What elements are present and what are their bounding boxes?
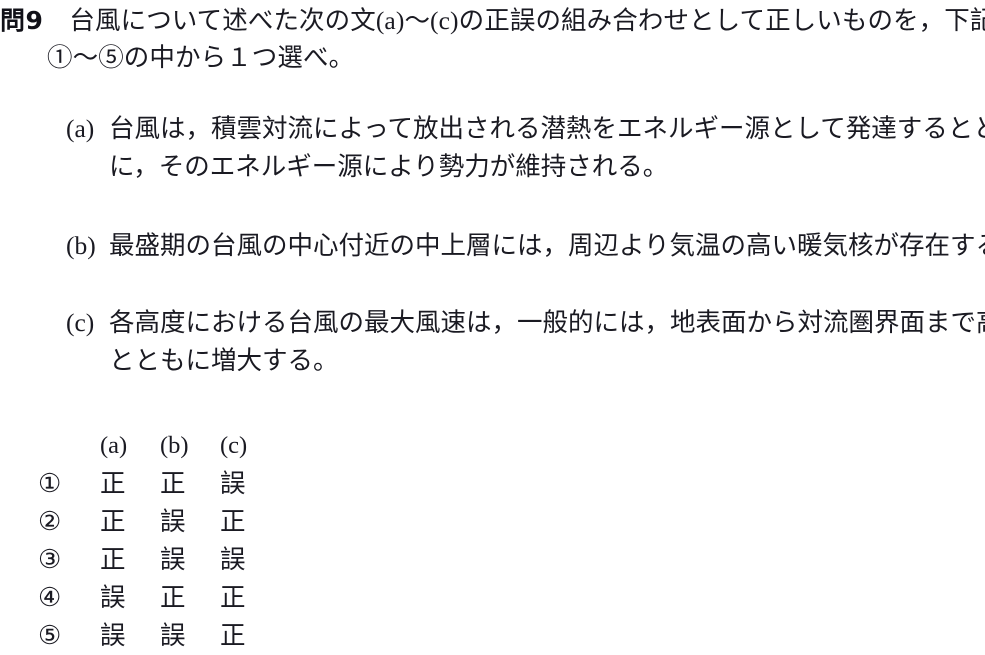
statement-b-text-1: 最盛期の台風の中心付近の中上層には，周辺より気温の高い暖気核が存在する。: [109, 231, 985, 260]
statement-a-label: (a): [66, 114, 95, 143]
exam-question-page: 問9 台風について述べた次の文(a)〜(c)の正誤の組み合わせとして正しいものを，…: [0, 0, 985, 650]
statement-a-text-2: に，そのエネルギー源により勢力が維持される。: [109, 152, 669, 181]
statement-c-first-line: (c) 各高度における台風の最大風速は，一般的には，地表面から対流圏界面まで高さ: [66, 304, 985, 342]
answer-option-3-value-c: 誤: [220, 545, 246, 574]
answer-option-4-value-c: 正: [220, 583, 246, 612]
answer-option-1-value-c: 誤: [220, 469, 246, 498]
answer-option-5-value-c: 正: [220, 621, 246, 650]
answer-option-1[interactable]: ① 正 正 誤: [38, 465, 280, 503]
statement-b-label: (b): [66, 231, 96, 260]
answer-option-4-key: ④: [38, 583, 62, 612]
answer-option-5-value-b: 誤: [160, 621, 186, 650]
answer-option-4[interactable]: ④ 誤 正 正: [38, 579, 280, 617]
answer-option-3[interactable]: ③ 正 誤 誤: [38, 541, 280, 579]
question-stem-line-1: 問9 台風について述べた次の文(a)〜(c)の正誤の組み合わせとして正しいものを，…: [0, 2, 985, 39]
answer-option-2-value-c: 正: [220, 507, 246, 536]
statement-a-first-line: (a) 台風は，積雲対流によって放出される潜熱をエネルギー源として発達するととも: [66, 110, 985, 148]
question-stem-line-2: ①〜⑤の中から１つ選べ。: [0, 39, 985, 76]
question-stem: 問9 台風について述べた次の文(a)〜(c)の正誤の組み合わせとして正しいものを，…: [0, 2, 985, 76]
statement-a: (a) 台風は，積雲対流によって放出される潜熱をエネルギー源として発達するととも …: [66, 110, 985, 186]
answer-option-1-key: ①: [38, 469, 62, 498]
answer-option-5[interactable]: ⑤ 誤 誤 正: [38, 617, 280, 655]
answer-option-5-value-a: 誤: [100, 621, 126, 650]
statement-c-text-2: とともに増大する。: [109, 346, 339, 375]
answer-option-3-key: ③: [38, 545, 62, 574]
statement-a-text-1: 台風は，積雲対流によって放出される潜熱をエネルギー源として発達するととも: [109, 114, 985, 143]
question-stem-text-2: ①〜⑤の中から１つ選べ。: [47, 43, 355, 72]
answer-option-1-value-b: 正: [160, 469, 186, 498]
answer-option-2-value-b: 誤: [160, 507, 186, 536]
question-number: 問9: [0, 6, 44, 35]
answer-option-2[interactable]: ② 正 誤 正: [38, 503, 280, 541]
answer-option-4-value-a: 誤: [100, 583, 126, 612]
question-stem-text-1: 台風について述べた次の文(a)〜(c)の正誤の組み合わせとして正しいものを，下記…: [69, 6, 985, 35]
answer-choice-table: (a) (b) (c) ①正正誤 ②正誤正 ③正誤誤 ④誤正正 ⑤誤誤正: [38, 425, 280, 655]
answer-option-1-value-a: 正: [100, 469, 126, 498]
statement-c-label: (c): [66, 308, 95, 337]
answer-header-a: (a): [100, 432, 128, 459]
answer-option-2-value-a: 正: [100, 507, 126, 536]
answer-option-3-value-b: 誤: [160, 545, 186, 574]
answer-option-2-key: ②: [38, 507, 62, 536]
answer-option-3-value-a: 正: [100, 545, 126, 574]
answer-table-header-row: (a) (b) (c): [38, 425, 280, 465]
answer-option-4-value-b: 正: [160, 583, 186, 612]
statement-c: (c) 各高度における台風の最大風速は，一般的には，地表面から対流圏界面まで高さ …: [66, 304, 985, 380]
statement-b-first-line: (b) 最盛期の台風の中心付近の中上層には，周辺より気温の高い暖気核が存在する。: [66, 227, 985, 265]
statement-c-text-1: 各高度における台風の最大風速は，一般的には，地表面から対流圏界面まで高さ: [109, 308, 985, 337]
answer-header-b: (b): [160, 432, 189, 459]
statement-b: (b) 最盛期の台風の中心付近の中上層には，周辺より気温の高い暖気核が存在する。: [66, 227, 985, 265]
answer-option-5-key: ⑤: [38, 621, 62, 650]
answer-header-c: (c): [220, 432, 248, 459]
